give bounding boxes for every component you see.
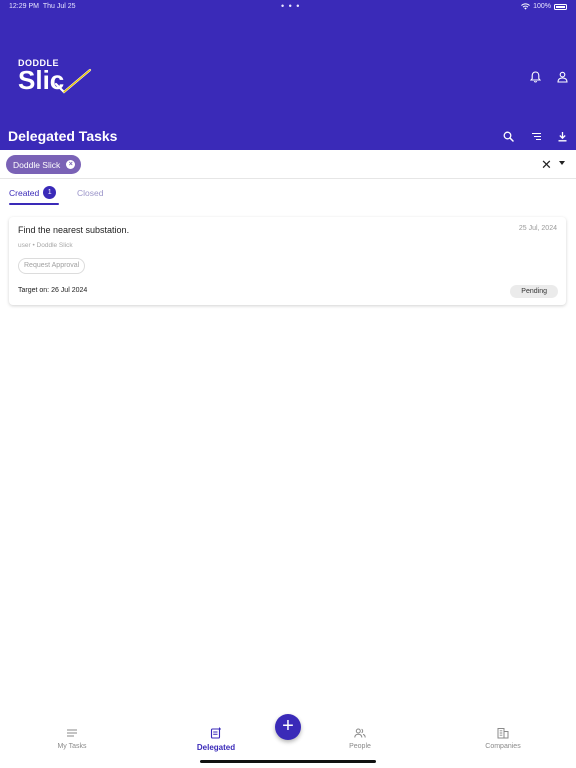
status-bar: 12:29 PM Thu Jul 25 • • • 100%	[0, 0, 576, 14]
nav-my-tasks[interactable]: My Tasks	[32, 727, 112, 750]
chip-label: Doddle Slick	[13, 159, 61, 170]
nav-people-label: People	[349, 743, 371, 750]
nav-companies[interactable]: Companies	[463, 727, 543, 750]
filter-icon[interactable]	[528, 128, 544, 144]
active-tab-indicator	[9, 203, 59, 205]
nav-companies-label: Companies	[485, 743, 521, 750]
bell-icon[interactable]	[527, 69, 543, 85]
home-indicator	[200, 760, 376, 763]
clear-filter-icon[interactable]: ✕	[541, 157, 553, 172]
battery-icon	[554, 3, 567, 10]
list-icon	[67, 729, 77, 737]
app-header: 12:29 PM Thu Jul 25 • • • 100% DODDLE Sl…	[0, 0, 576, 150]
battery-percent: 100%	[533, 3, 551, 10]
multitask-dots[interactable]: • • •	[281, 1, 300, 11]
status-badge: Pending	[510, 285, 558, 298]
status-right: 100%	[521, 3, 567, 10]
building-icon	[497, 728, 509, 739]
delegate-task-icon	[210, 727, 221, 739]
person-icon[interactable]	[554, 69, 570, 85]
wifi-icon	[521, 3, 530, 10]
task-target-date: Target on: 26 Jul 2024	[18, 287, 88, 294]
add-task-button[interactable]: +	[275, 714, 301, 740]
task-card[interactable]: Find the nearest substation. 25 Jul, 202…	[9, 217, 566, 305]
company-filter-chip[interactable]: Doddle Slick ×	[6, 155, 82, 174]
tab-created-count: 1	[43, 186, 57, 199]
tab-created-label: Created	[9, 187, 40, 198]
task-title: Find the nearest substation.	[18, 225, 130, 235]
dropdown-arrow-icon[interactable]	[559, 161, 565, 165]
nav-people[interactable]: People	[320, 727, 400, 750]
nav-my-tasks-label: My Tasks	[57, 743, 87, 750]
people-icon	[354, 728, 366, 738]
task-subtitle: user • Doddle Slick	[18, 242, 73, 249]
request-approval-button[interactable]: Request Approval	[18, 258, 86, 274]
tab-closed[interactable]: Closed	[77, 188, 103, 198]
check-icon	[54, 68, 92, 94]
nav-delegated[interactable]: Delegated	[176, 727, 256, 752]
filter-bar: Doddle Slick ×	[0, 150, 576, 179]
task-date: 25 Jul, 2024	[518, 225, 557, 232]
search-icon[interactable]	[500, 128, 516, 144]
chip-remove-icon[interactable]: ×	[66, 160, 76, 169]
status-time: 12:29 PM Thu Jul 25	[9, 3, 76, 10]
nav-delegated-label: Delegated	[196, 743, 236, 752]
download-icon[interactable]	[554, 128, 570, 144]
page-title: Delegated Tasks	[8, 128, 118, 144]
tab-created[interactable]: Created 1	[9, 186, 57, 199]
